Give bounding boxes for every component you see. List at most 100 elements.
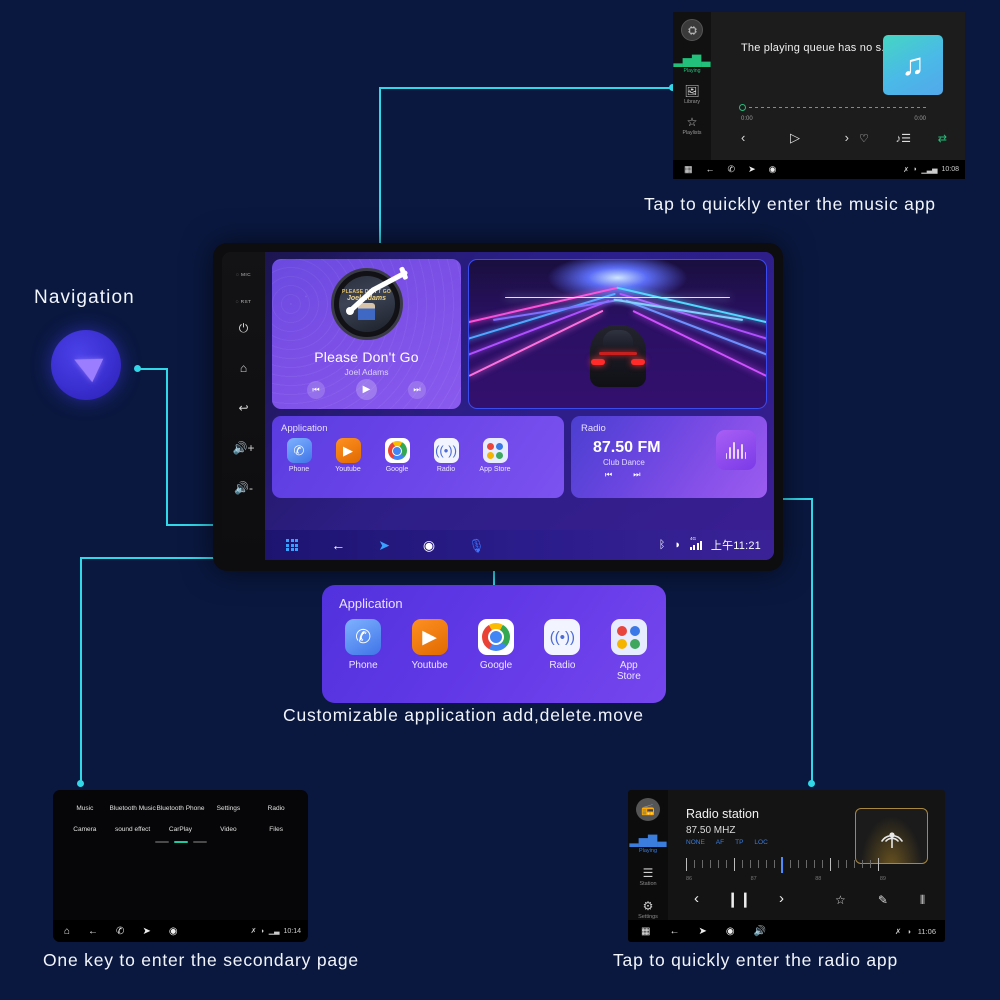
connector-navigation-horizontal <box>137 368 167 370</box>
navigation-icon[interactable]: ➤ <box>142 926 150 937</box>
app-label: Google <box>479 660 513 671</box>
volume-icon[interactable]: 🔊 <box>754 926 766 937</box>
radio-device-icon[interactable]: 📻 <box>636 798 660 821</box>
navigation-icon[interactable]: ➤ <box>378 538 390 552</box>
app-video[interactable]: Video <box>205 822 253 833</box>
music-sidebar-item-playing[interactable]: ▂▅▇▃ Playing <box>674 54 711 74</box>
app-label: App Store <box>479 466 511 473</box>
home-application-card[interactable]: Application ✆ Phone ▶ Youtube Google ((•… <box>272 416 564 498</box>
progress-knob[interactable] <box>739 104 746 111</box>
app-google[interactable]: Google <box>476 619 516 682</box>
radio-app-sidebar: 📻 ▂▅▇▃ Playing ☰ Station ⚙ Settings <box>628 790 668 920</box>
previous-track-button[interactable]: ⏮ <box>307 381 325 399</box>
queue-button[interactable]: ♪☰ <box>896 132 911 145</box>
microphone-icon[interactable]: 🎙 <box>468 539 485 552</box>
app-bluetooth-music[interactable]: Bluetooth Music <box>109 801 157 812</box>
navigation-badge[interactable] <box>51 330 121 400</box>
app-files[interactable]: Files <box>252 822 300 833</box>
radio-dial-cursor[interactable] <box>781 857 783 873</box>
play-button[interactable]: ▶ <box>356 379 377 400</box>
equalizer-button[interactable]: ⫴ <box>920 893 925 908</box>
radio-dial[interactable] <box>686 857 886 873</box>
previous-station-button[interactable]: ⏮ <box>605 470 612 480</box>
app-radio[interactable]: ((•)) Radio <box>430 438 462 473</box>
app-carplay[interactable]: CarPlay <box>156 822 204 833</box>
app-youtube[interactable]: ▶ Youtube <box>409 619 449 682</box>
volume-down-icon[interactable]: 🔊- <box>234 479 253 497</box>
tag-none[interactable]: NONE <box>686 839 705 846</box>
connector-dot-navigation <box>134 365 141 372</box>
favorite-button[interactable]: ♡ <box>859 132 869 145</box>
apps-grid-icon[interactable] <box>286 538 299 552</box>
radio-app-screenshot[interactable]: 📻 ▂▅▇▃ Playing ☰ Station ⚙ Settings Radi… <box>628 790 945 942</box>
app-phone[interactable]: ✆ Phone <box>343 619 383 682</box>
radio-sidebar-item-station[interactable]: ☰ Station <box>639 867 656 887</box>
apps-grid-icon[interactable]: ▦ <box>684 164 693 175</box>
next-track-button[interactable]: ⏭ <box>408 381 426 399</box>
favorite-button[interactable]: ☆ <box>835 893 846 908</box>
app-google[interactable]: Google <box>381 438 413 473</box>
home-video-card[interactable] <box>468 259 767 409</box>
play-circle-icon[interactable]: ◉ <box>726 926 735 937</box>
application-popup[interactable]: Application ✆ Phone ▶ Youtube Google ((•… <box>322 585 666 703</box>
repeat-button[interactable]: ⇄ <box>938 132 947 145</box>
app-radio[interactable]: ((•)) Radio <box>542 619 582 682</box>
back-arrow-icon[interactable]: ← <box>88 926 98 937</box>
back-icon[interactable]: ↩ <box>238 399 248 417</box>
app-music[interactable]: Music <box>61 801 109 812</box>
next-button[interactable]: › <box>845 130 849 146</box>
back-arrow-icon[interactable]: ← <box>706 164 715 175</box>
phone-icon[interactable]: ✆ <box>728 164 736 175</box>
app-camera[interactable]: Camera <box>61 822 109 833</box>
tag-af[interactable]: AF <box>716 839 724 846</box>
next-button[interactable]: › <box>779 890 784 908</box>
secondary-page-screenshot[interactable]: Music Bluetooth Music Bluetooth Phone Se… <box>53 790 308 942</box>
navigation-icon[interactable]: ➤ <box>748 164 756 175</box>
progress-bar[interactable] <box>739 104 926 111</box>
phone-icon[interactable]: ✆ <box>116 926 124 937</box>
music-sidebar-item-playlists[interactable]: ☆ Playlists <box>682 116 701 136</box>
taskbar-time: 上午11:21 <box>710 540 761 552</box>
side-button-mic[interactable]: ◌ MIC <box>236 263 251 281</box>
home-icon[interactable]: ⌂ <box>240 359 247 377</box>
radio-equalizer-tile[interactable] <box>716 430 756 470</box>
home-radio-card[interactable]: Radio 87.50 FM Club Dance ⏮ ⏭ <box>571 416 767 498</box>
pause-button[interactable]: ❙❙ <box>726 890 751 908</box>
app-bluetooth-phone[interactable]: Bluetooth Phone <box>156 801 204 812</box>
radio-app-taskbar: ▦ ← ➤ ◉ 🔊 ✗ ◗ 11:06 <box>628 920 945 942</box>
music-card-controls: ⏮ ▶ ⏭ <box>272 379 461 400</box>
app-chip-icon[interactable] <box>681 19 703 41</box>
home-icon[interactable]: ⌂ <box>64 926 70 937</box>
side-button-rst[interactable]: ◌ RST <box>236 290 252 308</box>
back-arrow-icon[interactable]: ← <box>331 538 345 552</box>
play-circle-icon[interactable]: ◉ <box>169 926 178 937</box>
next-station-button[interactable]: ⏭ <box>633 470 640 480</box>
app-radio[interactable]: Radio <box>252 801 300 812</box>
tag-loc[interactable]: LOC <box>754 839 767 846</box>
app-app-store[interactable]: App Store <box>609 619 649 682</box>
previous-button[interactable]: ‹ <box>741 130 745 146</box>
tag-tp[interactable]: TP <box>735 839 743 846</box>
app-sound-effect[interactable]: sound effect <box>109 822 157 833</box>
previous-button[interactable]: ‹ <box>694 890 699 908</box>
music-sidebar-item-library[interactable]: 🖼 Library <box>684 85 700 105</box>
navigation-icon[interactable]: ➤ <box>698 926 706 937</box>
app-youtube[interactable]: ▶ Youtube <box>332 438 364 473</box>
power-icon[interactable]: ⏻ <box>239 319 249 337</box>
head-unit-bezel: ◌ MIC ◌ RST ⏻ ⌂ ↩ 🔊+ 🔊- PLEASE DON'T GO … <box>222 252 774 560</box>
music-app-screenshot[interactable]: ▂▅▇▃ Playing 🖼 Library ☆ Playlists The p… <box>673 12 965 179</box>
app-phone[interactable]: ✆ Phone <box>283 438 315 473</box>
apps-grid-icon[interactable]: ▦ <box>641 926 650 937</box>
play-circle-icon[interactable]: ◉ <box>423 538 435 552</box>
back-arrow-icon[interactable]: ← <box>669 926 679 937</box>
page-indicator[interactable] <box>53 841 308 843</box>
app-settings[interactable]: Settings <box>205 801 253 812</box>
play-circle-icon[interactable]: ◉ <box>769 164 777 175</box>
edit-button[interactable]: ✎ <box>878 893 888 908</box>
app-app-store[interactable]: App Store <box>479 438 511 473</box>
play-button[interactable]: ▷ <box>790 130 800 146</box>
volume-up-icon[interactable]: 🔊+ <box>233 439 255 457</box>
radio-sidebar-item-playing[interactable]: ▂▅▇▃ Playing <box>630 834 667 854</box>
caption-application: Customizable application add,delete.move <box>283 705 644 725</box>
radio-sidebar-item-settings[interactable]: ⚙ Settings <box>638 900 658 920</box>
